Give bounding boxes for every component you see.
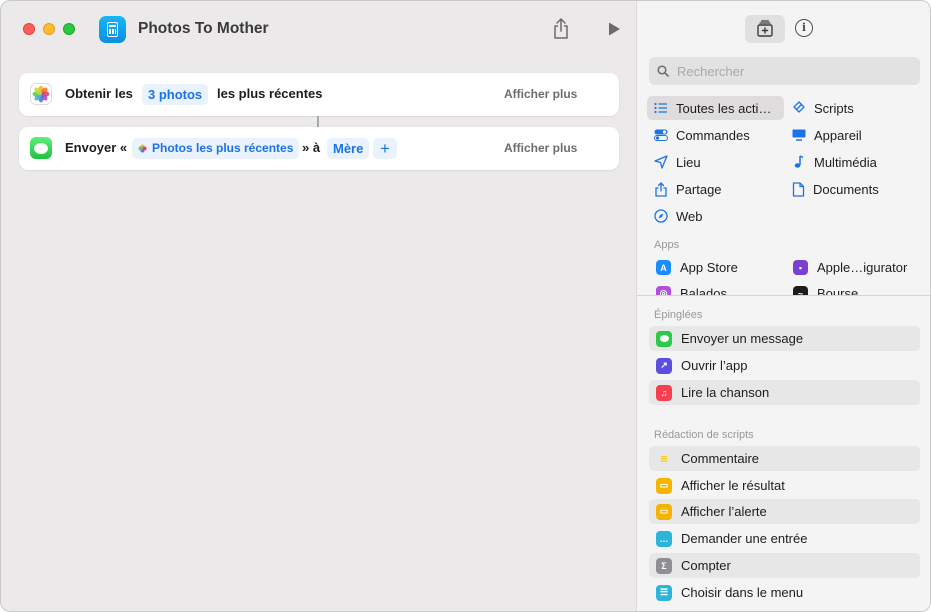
display-icon <box>792 129 806 141</box>
action-label: Envoyer un message <box>681 331 804 346</box>
app-label: Balados <box>680 286 727 295</box>
action-label: Ouvrir l’app <box>681 358 748 373</box>
play-icon[interactable] <box>606 21 622 37</box>
info-icon[interactable]: i <box>795 19 813 37</box>
category-label: Multimédia <box>814 154 877 170</box>
action-label: Afficher l’alerte <box>681 504 767 519</box>
document-icon <box>792 181 805 197</box>
category-label: Commandes <box>676 127 750 143</box>
show-result-icon: ▭ <box>656 477 672 494</box>
location-arrow-icon <box>654 155 668 169</box>
editor-pane: Photos To Mother Obtenir les 3 photos le… <box>1 1 636 611</box>
open-app-icon: ↗ <box>656 357 672 374</box>
action-send-message[interactable]: Envoyer « Photos les plus récentes » à M… <box>19 127 619 170</box>
script-choose-from-menu[interactable]: ☰ Choisir dans le menu <box>649 580 920 605</box>
category-label: Toutes les acti… <box>676 100 772 116</box>
sigma-icon: Σ <box>656 557 672 574</box>
list-icon <box>654 102 667 114</box>
category-label: Appareil <box>814 127 862 143</box>
category-label: Web <box>676 208 703 224</box>
category-sharing[interactable]: Partage <box>654 177 722 201</box>
app-item-podcasts[interactable]: ◎ Balados <box>656 286 727 295</box>
shortcuts-window: Photos To Mother Obtenir les 3 photos le… <box>0 0 931 612</box>
library-toggle-button[interactable] <box>745 15 785 43</box>
script-show-alert[interactable]: ▭ Afficher l’alerte <box>649 499 920 524</box>
messages-app-icon <box>30 137 52 159</box>
pinned-play-song[interactable]: ♫ Lire la chanson <box>649 380 920 405</box>
category-label: Documents <box>813 181 879 197</box>
messages-icon <box>656 330 672 347</box>
sidebar-divider <box>637 295 930 296</box>
add-action-library-icon <box>757 20 773 37</box>
photos-variable-icon <box>138 144 147 153</box>
script-count[interactable]: Σ Compter <box>649 553 920 578</box>
category-label: Lieu <box>676 154 701 170</box>
search-field[interactable]: Rechercher <box>649 57 920 85</box>
action-connector <box>317 116 319 127</box>
close-window-button[interactable] <box>23 23 35 35</box>
category-device[interactable]: Appareil <box>792 123 862 147</box>
recipient-token[interactable]: Mère <box>327 138 370 159</box>
alert-icon: ▭ <box>656 503 672 520</box>
latest-photos-variable-token[interactable]: Photos les plus récentes <box>132 138 300 159</box>
category-media[interactable]: Multimédia <box>792 150 877 174</box>
search-placeholder: Rechercher <box>677 64 745 79</box>
zoom-window-button[interactable] <box>63 23 75 35</box>
shortcut-icon[interactable] <box>99 16 126 43</box>
toggles-icon <box>654 129 668 141</box>
share-icon[interactable] <box>551 17 571 41</box>
minimize-window-button[interactable] <box>43 23 55 35</box>
script-show-result[interactable]: ▭ Afficher le résultat <box>649 473 920 498</box>
action-label-suffix: les plus récentes <box>217 86 323 101</box>
script-comment[interactable]: ≡ Commentaire <box>649 446 920 471</box>
category-all-actions[interactable]: Toutes les acti… <box>647 96 784 120</box>
photo-count-token[interactable]: 3 photos <box>142 84 209 105</box>
ask-input-icon: … <box>656 530 672 547</box>
photos-app-icon <box>30 83 52 105</box>
share-icon <box>655 181 667 197</box>
action-label-middle: » à <box>302 140 321 155</box>
music-icon: ♫ <box>656 384 672 401</box>
show-more-link[interactable]: Afficher plus <box>504 141 577 155</box>
podcasts-icon: ◎ <box>656 286 671 295</box>
show-more-link[interactable]: Afficher plus <box>504 87 577 101</box>
stocks-icon: ~ <box>793 286 808 295</box>
apps-section-label: Apps <box>654 239 680 251</box>
action-label: Afficher le résultat <box>681 478 785 493</box>
action-label: Demander une entrée <box>681 531 808 546</box>
action-label-prefix: Envoyer « <box>65 140 128 155</box>
add-recipient-button[interactable]: + <box>373 138 397 159</box>
category-label: Partage <box>676 181 722 197</box>
pinned-open-app[interactable]: ↗ Ouvrir l’app <box>649 353 920 378</box>
pinned-send-message[interactable]: Envoyer un message <box>649 326 920 351</box>
compass-icon <box>654 209 668 223</box>
app-item-stocks[interactable]: ~ Bourse <box>793 286 858 295</box>
action-label: Compter <box>681 558 731 573</box>
apps-overflow-clip: ◎ Balados ~ Bourse <box>637 255 930 295</box>
app-label: Bourse <box>817 286 859 295</box>
action-label: Lire la chanson <box>681 385 770 400</box>
action-label-prefix: Obtenir les <box>65 86 133 101</box>
pinned-section-label: Épinglées <box>654 309 703 321</box>
action-label: Commentaire <box>681 451 760 466</box>
comment-icon: ≡ <box>660 451 668 466</box>
action-library-sidebar: i Rechercher Toutes les acti… Scripts Co… <box>636 1 930 611</box>
action-get-latest-photos[interactable]: Obtenir les 3 photos les plus récentes A… <box>19 73 619 116</box>
category-location[interactable]: Lieu <box>654 150 701 174</box>
music-note-icon <box>794 155 804 168</box>
category-label: Scripts <box>814 100 854 116</box>
menu-icon: ☰ <box>656 584 672 601</box>
variable-label: Photos les plus récentes <box>152 141 294 155</box>
search-icon <box>657 65 669 77</box>
category-controls[interactable]: Commandes <box>654 123 750 147</box>
category-scripts[interactable]: Scripts <box>792 96 854 120</box>
calculator-icon <box>107 22 118 37</box>
category-documents[interactable]: Documents <box>792 177 879 201</box>
action-label: Choisir dans le menu <box>681 585 804 600</box>
category-web[interactable]: Web <box>654 204 703 228</box>
scripting-section-label: Rédaction de scripts <box>654 429 754 441</box>
shortcut-title[interactable]: Photos To Mother <box>138 20 269 38</box>
scripts-icon <box>793 101 805 113</box>
script-ask-input[interactable]: … Demander une entrée <box>649 526 920 551</box>
